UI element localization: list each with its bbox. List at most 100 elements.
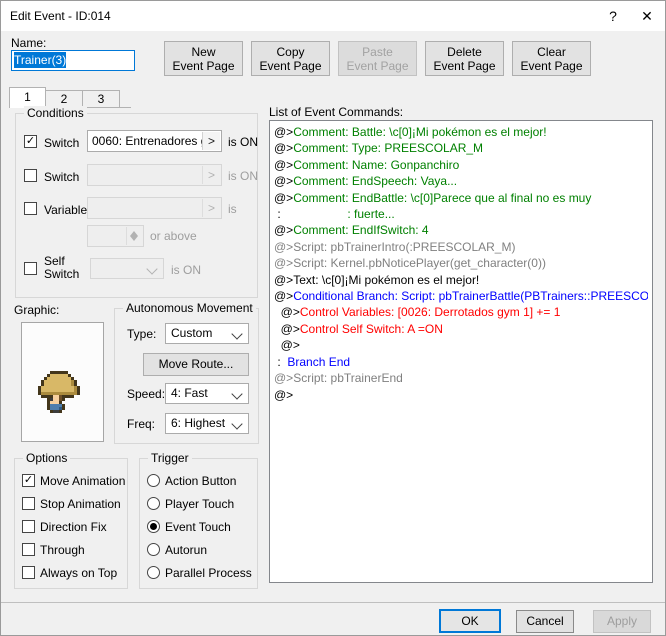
trigger-title: Trigger: [148, 451, 192, 465]
event-commands-list[interactable]: @>Comment: Battle: \c[0]¡Mi pokémon es e…: [269, 120, 653, 583]
command-segment: Comment: EndSpeech: Vaya...: [293, 174, 457, 188]
command-segment: Comment: Name: Gonpanchiro: [293, 158, 459, 172]
command-line-12[interactable]: @>Control Variables: [0026: Derrotados g…: [274, 304, 648, 320]
command-segment: :: [274, 207, 284, 221]
chevron-down-icon: [231, 328, 242, 339]
options-group: Options ✓Move AnimationStop AnimationDir…: [14, 458, 128, 589]
trigger-label-event-touch: Event Touch: [165, 520, 231, 534]
command-line-7[interactable]: @>Comment: EndIfSwitch: 4: [274, 222, 648, 238]
command-segment: @>Script: pbTrainerEnd: [274, 371, 403, 385]
apply-button: Apply: [593, 610, 651, 633]
conditions-title: Conditions: [24, 106, 87, 120]
clear-event-page-button[interactable]: ClearEvent Page: [512, 41, 591, 76]
command-segment: Control Variables: [0026: Derrotados gym…: [300, 305, 561, 319]
option-label-move-animation: Move Animation: [40, 474, 125, 488]
radio-player-touch[interactable]: [147, 497, 160, 510]
option-label-through: Through: [40, 543, 85, 557]
speed-label: Speed:: [127, 387, 165, 401]
variable-checkbox[interactable]: [24, 202, 37, 215]
speed-dropdown[interactable]: 4: Fast: [165, 383, 249, 404]
close-icon[interactable]: ✕: [631, 1, 663, 31]
command-segment: @>: [274, 223, 293, 237]
command-segment: @>: [274, 273, 293, 287]
command-line-17[interactable]: @>: [274, 387, 648, 403]
help-icon[interactable]: ?: [597, 1, 629, 31]
window-title: Edit Event - ID:014: [10, 9, 111, 23]
switch2-label: Switch: [44, 170, 79, 184]
command-line-8[interactable]: @>Script: pbTrainerIntro(:PREESCOLAR_M): [274, 239, 648, 255]
radio-autorun[interactable]: [147, 543, 160, 556]
event-graphic-box[interactable]: [21, 322, 104, 442]
radio-event-touch[interactable]: [147, 520, 160, 533]
freq-dropdown[interactable]: 6: Highest: [165, 413, 249, 434]
trigger-row-parallel-process: Parallel Process: [140, 561, 257, 584]
command-line-4[interactable]: @>Comment: EndSpeech: Vaya...: [274, 173, 648, 189]
cancel-button[interactable]: Cancel: [516, 610, 574, 633]
checkbox-stop-animation[interactable]: [22, 497, 35, 510]
command-segment: @>: [274, 191, 293, 205]
radio-parallel-process[interactable]: [147, 566, 160, 579]
name-input-value: Trainer(3): [14, 52, 66, 68]
switch2-suffix: is ON: [228, 169, 258, 183]
checkbox-direction-fix[interactable]: [22, 520, 35, 533]
option-row-through: Through: [15, 538, 127, 561]
graphic-label: Graphic:: [14, 303, 59, 317]
command-line-14[interactable]: @>: [274, 337, 648, 353]
self-switch-checkbox[interactable]: [24, 262, 37, 275]
switch2-checkbox[interactable]: [24, 169, 37, 182]
name-input[interactable]: Trainer(3): [11, 50, 135, 71]
command-segment: Branch End: [287, 355, 350, 369]
delete-event-page-label-line1: Delete: [447, 45, 482, 59]
checkbox-always-on-top[interactable]: [22, 566, 35, 579]
option-row-stop-animation: Stop Animation: [15, 492, 127, 515]
command-segment: Control Self Switch: A =ON: [300, 322, 443, 336]
chevron-down-icon: [231, 388, 242, 399]
tab-1[interactable]: 1: [9, 87, 46, 108]
command-segment: Conditional Branch: Script: pbTrainerBat…: [293, 289, 648, 303]
command-segment: Comment: EndBattle: \c[0]Parece que al f…: [293, 191, 591, 205]
command-line-1[interactable]: @>Comment: Battle: \c[0]¡Mi pokémon es e…: [274, 124, 648, 140]
move-route-button[interactable]: Move Route...: [143, 353, 249, 376]
tab-3[interactable]: 3: [83, 90, 120, 108]
command-line-13[interactable]: @>Control Self Switch: A =ON: [274, 321, 648, 337]
command-line-9[interactable]: @>Script: Kernel.pbNoticePlayer(get_char…: [274, 255, 648, 271]
footer-separator: [1, 602, 665, 603]
copy-event-page-label-line1: Copy: [276, 45, 304, 59]
switch2-combo: >: [87, 164, 222, 186]
trigger-label-autorun: Autorun: [165, 543, 207, 557]
switch1-combo[interactable]: 0060: Entrenadores gy >: [87, 130, 222, 152]
new-event-page-label-line1: New: [191, 45, 215, 59]
command-line-15[interactable]: : Branch End: [274, 354, 648, 370]
switch1-checkbox[interactable]: ✓: [24, 135, 37, 148]
trigger-group: Trigger Action ButtonPlayer TouchEvent T…: [139, 458, 258, 589]
radio-action-button[interactable]: [147, 474, 160, 487]
command-line-11[interactable]: @>Conditional Branch: Script: pbTrainerB…: [274, 288, 648, 304]
switch2-picker-arrow-icon: >: [202, 166, 220, 184]
command-line-6[interactable]: : : fuerte...: [274, 206, 648, 222]
command-line-5[interactable]: @>Comment: EndBattle: \c[0]Parece que al…: [274, 190, 648, 206]
command-line-10[interactable]: @>Text: \c[0]¡Mi pokémon es el mejor!: [274, 272, 648, 288]
new-event-page-button[interactable]: NewEvent Page: [164, 41, 243, 76]
tab-strip-tail: [120, 87, 131, 108]
options-title: Options: [23, 451, 70, 465]
checkbox-through[interactable]: [22, 543, 35, 556]
option-row-always-on-top: Always on Top: [15, 561, 127, 584]
chevron-down-icon: [146, 263, 157, 274]
command-line-16[interactable]: @>Script: pbTrainerEnd: [274, 370, 648, 386]
copy-event-page-label-line2: Event Page: [259, 59, 321, 73]
command-line-3[interactable]: @>Comment: Name: Gonpanchiro: [274, 157, 648, 173]
checkbox-move-animation[interactable]: ✓: [22, 474, 35, 487]
ok-button[interactable]: OK: [439, 609, 501, 633]
trigger-row-player-touch: Player Touch: [140, 492, 257, 515]
option-label-always-on-top: Always on Top: [40, 566, 117, 580]
type-dropdown[interactable]: Custom: [165, 323, 249, 344]
command-line-2[interactable]: @>Comment: Type: PREESCOLAR_M: [274, 140, 648, 156]
copy-event-page-button[interactable]: CopyEvent Page: [251, 41, 330, 76]
trigger-list: Action ButtonPlayer TouchEvent TouchAuto…: [140, 469, 257, 584]
variable-label: Variable: [44, 203, 87, 217]
option-label-direction-fix: Direction Fix: [40, 520, 107, 534]
switch1-picker-arrow-icon[interactable]: >: [202, 132, 220, 150]
switch1-label: Switch: [44, 136, 79, 150]
type-value: Custom: [171, 326, 212, 340]
delete-event-page-button[interactable]: DeleteEvent Page: [425, 41, 504, 76]
